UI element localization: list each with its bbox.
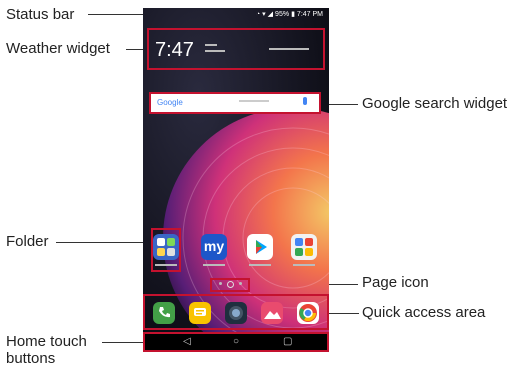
- my-app-label: my: [203, 238, 225, 254]
- folder-leader-line: [56, 242, 150, 243]
- home-touch-buttons-callout-line1: Home touch: [6, 333, 87, 350]
- phone-icon[interactable]: [153, 302, 175, 324]
- gallery-icon[interactable]: [261, 302, 283, 324]
- back-icon[interactable]: ◁: [183, 336, 191, 347]
- page-icon-callout: Page icon: [362, 274, 429, 291]
- mountain-glyph: [264, 311, 281, 319]
- home-touch-buttons-callout-line2: buttons: [6, 350, 56, 368]
- play-store-icon[interactable]: [247, 234, 273, 260]
- play-triangle-icon: [256, 240, 267, 254]
- quick-access-area-callout: Quick access area: [362, 304, 486, 321]
- folder-grid-icon: [157, 238, 175, 256]
- google-search-widget-callout: Google search widget: [362, 95, 508, 112]
- message-bubble-glyph: [194, 308, 206, 316]
- signal-icon: ◢: [267, 11, 274, 18]
- play-store-label-line: [242, 262, 278, 267]
- my-app-icon[interactable]: my: [201, 234, 227, 260]
- folder-app-icon[interactable]: [153, 234, 179, 260]
- google-logo: Google: [157, 98, 183, 107]
- wifi-icon: ▾: [262, 11, 266, 18]
- chrome-glyph: [299, 304, 317, 322]
- folder-label: [148, 262, 184, 267]
- weather-detail-3: [269, 48, 309, 50]
- home-touch-buttons: ◁ ○ ▢: [143, 332, 329, 352]
- quick-access-area-leader-line: [329, 313, 359, 314]
- phone-screen: ◔ ▾ ◢ 95% ▮ 7:47 PM 7:47 Google my ◁ ○ ▢: [143, 8, 329, 352]
- status-icons: ◔ ▾ ◢ 95% ▮ 7:47 PM: [255, 10, 323, 19]
- camera-icon[interactable]: [225, 302, 247, 324]
- battery-percent: 95%: [275, 10, 290, 18]
- home-touch-buttons-callout: Home touch buttons: [6, 333, 87, 368]
- status-bar-callout: Status bar: [6, 6, 75, 23]
- home-icon[interactable]: ○: [233, 336, 239, 347]
- messages-icon[interactable]: [189, 302, 211, 324]
- recent-apps-icon[interactable]: ▢: [283, 336, 292, 347]
- google-search-widget[interactable]: Google: [149, 92, 321, 114]
- microphone-icon[interactable]: [303, 97, 307, 105]
- google-folder-label-line: [286, 262, 322, 267]
- page-home-dot[interactable]: [227, 281, 234, 288]
- home-touch-buttons-leader-line: [102, 342, 146, 343]
- handset-glyph: [159, 307, 170, 318]
- status-bar-leader-line: [88, 14, 146, 15]
- weather-widget-callout: Weather widget: [6, 40, 110, 57]
- search-hint-placeholder: [239, 100, 269, 102]
- weather-widget[interactable]: 7:47: [147, 28, 325, 70]
- google-folder-icon[interactable]: [291, 234, 317, 260]
- page-dot-1[interactable]: [219, 282, 222, 285]
- folder-callout: Folder: [6, 233, 49, 250]
- sync-icon: ◔: [255, 10, 261, 18]
- weather-time: 7:47: [155, 39, 194, 61]
- battery-icon: ▮: [291, 11, 295, 18]
- chrome-icon[interactable]: [297, 302, 319, 324]
- page-dot-2[interactable]: [239, 282, 242, 285]
- status-time: 7:47 PM: [296, 10, 323, 18]
- weather-detail-2: [205, 50, 225, 52]
- google-apps-grid-icon: [295, 238, 313, 256]
- lens-glyph: [229, 306, 243, 320]
- quick-access-area: [143, 294, 329, 330]
- weather-detail-1: [205, 44, 217, 46]
- my-app-label-line: [196, 262, 232, 267]
- status-bar: ◔ ▾ ◢ 95% ▮ 7:47 PM: [143, 8, 329, 20]
